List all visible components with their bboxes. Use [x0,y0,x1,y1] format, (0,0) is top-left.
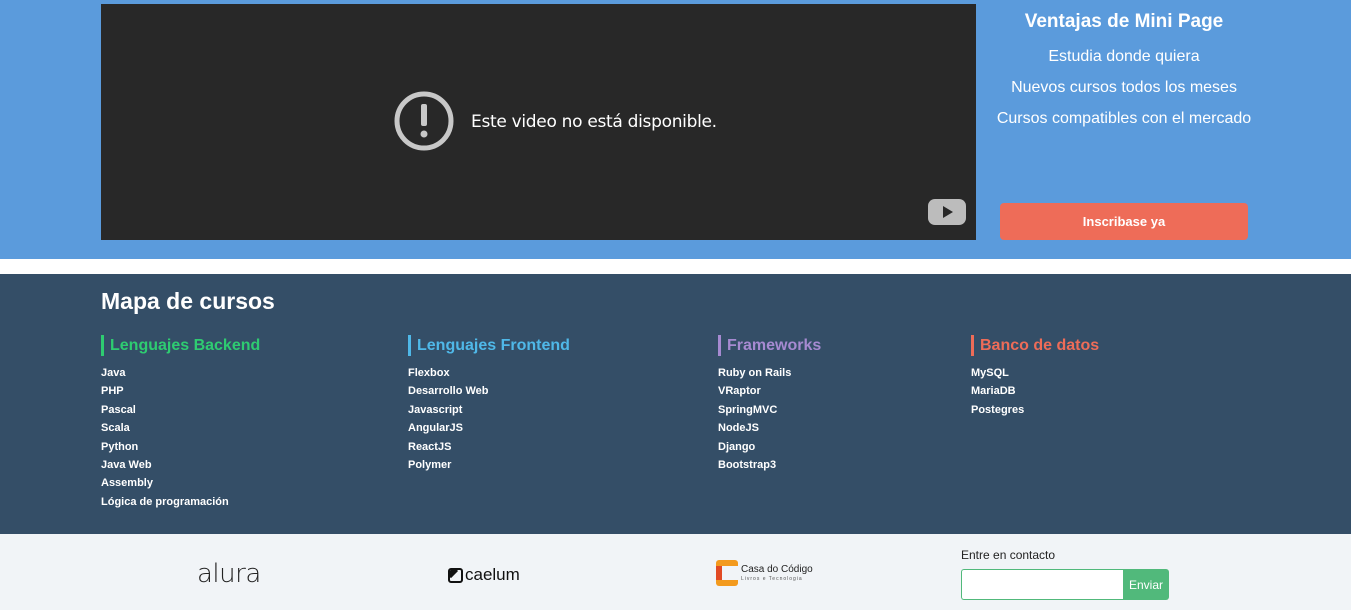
casa-do-codigo-logo[interactable]: Casa do Código Livros e Tecnologia [716,560,813,586]
course-link[interactable]: Postegres [971,401,1099,419]
course-column-frameworks: Frameworks Ruby on Rails VRaptor SpringM… [718,335,821,474]
course-column-databases: Banco de datos MySQL MariaDB Postegres [971,335,1099,419]
video-unavailable-message: Este video no está disponible. [471,112,717,132]
course-link[interactable]: Java Web [101,456,260,474]
course-link[interactable]: Flexbox [408,364,570,382]
contact-label: Entre en contacto [961,548,1056,562]
exclamation-circle-icon [394,91,454,151]
column-heading: Lenguajes Frontend [408,335,570,356]
course-map-title: Mapa de cursos [101,288,275,314]
course-link[interactable]: Java [101,364,260,382]
casa-do-codigo-name: Casa do Código [741,563,813,575]
hero-section: Este video no está disponible. Ventajas … [0,0,1351,259]
advantage-item: Cursos compatibles con el mercado [996,110,1252,127]
course-link[interactable]: Desarrollo Web [408,382,570,400]
advantages-title: Ventajas de Mini Page [1024,11,1224,32]
footer: alura caelum Casa do Código Livros e Tec… [0,534,1351,610]
course-link[interactable]: Django [718,438,821,456]
course-link[interactable]: Assembly [101,474,260,492]
course-link[interactable]: Ruby on Rails [718,364,821,382]
send-button[interactable]: Enviar [1123,569,1169,600]
caelum-logo[interactable]: caelum [448,565,520,585]
caelum-mark-icon [448,567,463,583]
column-heading: Lenguajes Backend [101,335,260,356]
contact-email-input[interactable] [961,569,1124,600]
section-divider [0,259,1351,274]
course-link[interactable]: VRaptor [718,382,821,400]
video-player[interactable]: Este video no está disponible. [101,4,976,240]
casa-do-codigo-mark-icon [716,560,738,586]
course-link[interactable]: MySQL [971,364,1099,382]
course-link[interactable]: ReactJS [408,438,570,456]
course-link[interactable]: SpringMVC [718,401,821,419]
course-column-frontend: Lenguajes Frontend Flexbox Desarrollo We… [408,335,570,474]
column-heading: Frameworks [718,335,821,356]
course-link[interactable]: Python [101,438,260,456]
course-link[interactable]: Pascal [101,401,260,419]
course-map-section: Mapa de cursos Lenguajes Backend Java PH… [0,274,1351,534]
course-link[interactable]: PHP [101,382,260,400]
signup-button[interactable]: Inscribase ya [1000,203,1248,240]
course-link[interactable]: Polymer [408,456,570,474]
course-link[interactable]: Javascript [408,401,570,419]
course-link[interactable]: MariaDB [971,382,1099,400]
course-column-backend: Lenguajes Backend Java PHP Pascal Scala … [101,335,260,511]
course-link[interactable]: AngularJS [408,419,570,437]
course-link[interactable]: NodeJS [718,419,821,437]
course-link[interactable]: Scala [101,419,260,437]
alura-logo[interactable]: alura [197,559,261,589]
youtube-icon[interactable] [928,199,966,225]
caelum-logo-text: caelum [465,565,520,584]
casa-do-codigo-tagline: Livros e Tecnologia [741,575,803,582]
course-link[interactable]: Lógica de programación [101,493,260,511]
column-heading: Banco de datos [971,335,1099,356]
course-link[interactable]: Bootstrap3 [718,456,821,474]
advantage-item: Nuevos cursos todos los meses [1011,79,1237,96]
advantage-item: Estudia donde quiera [1048,48,1200,65]
